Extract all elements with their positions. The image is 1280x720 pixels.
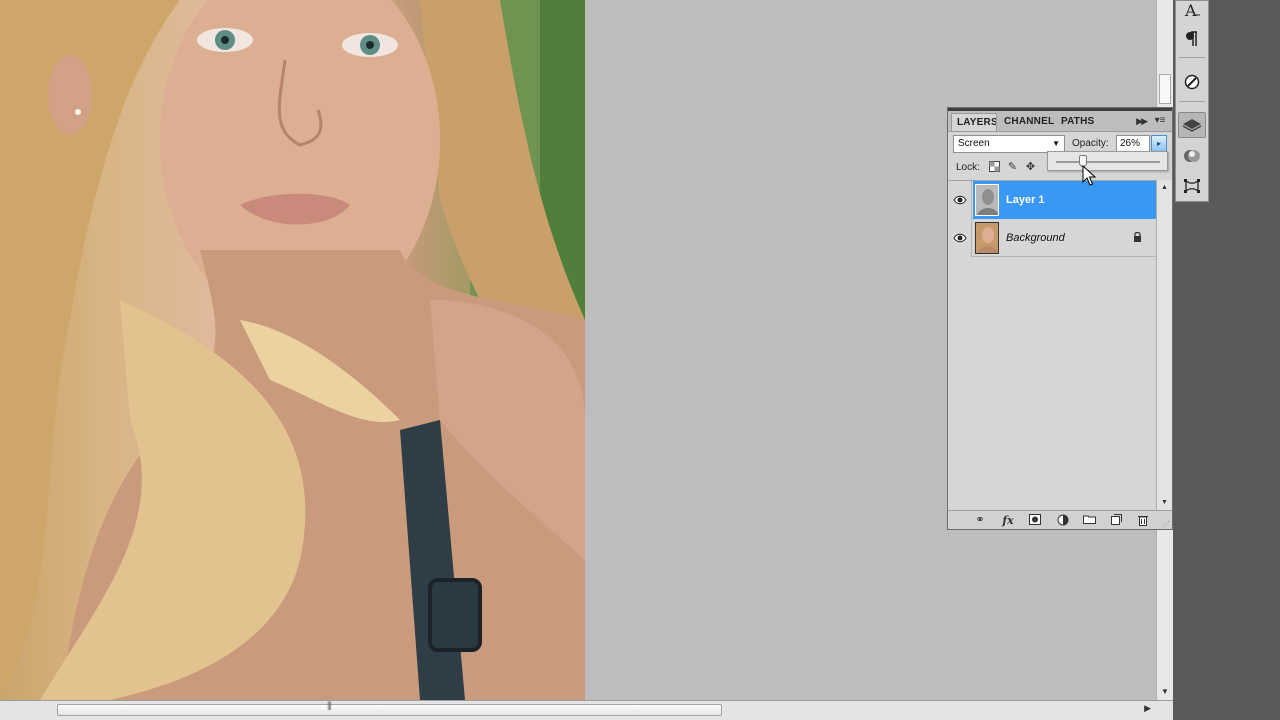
panel-resize-grip-icon[interactable]: ⋰	[1163, 520, 1170, 528]
layer-locked-icon	[1133, 231, 1142, 245]
brush-preset-icon[interactable]	[1178, 69, 1206, 95]
panel-menu-icon[interactable]: ▾≡	[1152, 115, 1168, 128]
layers-list-scrollbar[interactable]: ▲ ▼	[1156, 180, 1172, 510]
paths-icon[interactable]	[1178, 173, 1206, 199]
delete-layer-icon[interactable]	[1135, 514, 1151, 527]
layer-thumbnail	[975, 222, 999, 254]
photoshop-window: ▼ ||| ▶ A LAYERS CHANNEL PATHS ▶▶ ▾≡ Scr…	[0, 0, 1280, 720]
tab-channels[interactable]: CHANNELS	[999, 113, 1054, 131]
layers-list: Layer 1 Background	[948, 180, 1156, 510]
new-layer-icon[interactable]	[1108, 514, 1124, 527]
horizontal-scroll-thumb[interactable]	[57, 704, 722, 716]
visibility-eye-icon[interactable]	[948, 219, 972, 257]
collapsed-panels-strip: A	[1175, 0, 1209, 202]
character-icon[interactable]: A	[1178, 0, 1206, 23]
add-mask-icon[interactable]	[1027, 514, 1043, 527]
layer-body[interactable]: Layer 1	[973, 181, 1156, 219]
paragraph-icon[interactable]	[1178, 26, 1206, 52]
collapse-panel-icon[interactable]: ▶▶	[1136, 116, 1148, 127]
scroll-down-arrow-icon[interactable]: ▼	[1161, 687, 1169, 696]
layers-panel: LAYERS CHANNELS PATHS ▶▶ ▾≡ Screen ▼ Opa…	[947, 107, 1173, 530]
layers-icon[interactable]	[1178, 112, 1206, 138]
layer-body[interactable]: Background	[973, 219, 1156, 257]
visibility-eye-icon[interactable]	[948, 181, 972, 219]
blend-mode-value: Screen	[958, 138, 990, 149]
scroll-right-arrow-icon[interactable]: ▶	[1144, 703, 1151, 714]
new-group-icon[interactable]	[1081, 514, 1097, 527]
layer-row-background[interactable]: Background	[948, 219, 1156, 257]
layer-name: Layer 1	[1006, 194, 1045, 206]
lock-pixels-icon[interactable]: ✎	[1006, 161, 1019, 174]
portrait-photo	[0, 0, 585, 700]
document-canvas[interactable]	[0, 0, 585, 700]
scroll-grip-icon: |||	[327, 700, 332, 710]
link-layers-icon[interactable]: ⚭	[972, 514, 988, 527]
scroll-up-arrow-icon[interactable]: ▲	[1161, 184, 1168, 191]
layers-panel-footer: ⚭ fx ⋰	[948, 510, 1172, 529]
opacity-slider-track[interactable]	[1056, 161, 1160, 163]
scroll-down-arrow-icon[interactable]: ▼	[1161, 499, 1168, 506]
lock-label: Lock:	[956, 162, 980, 173]
chevron-down-icon: ▼	[1052, 139, 1060, 148]
mouse-pointer-icon	[1082, 165, 1096, 186]
layer-row-layer-1[interactable]: Layer 1	[948, 181, 1156, 219]
layer-name: Background	[1006, 232, 1065, 244]
lock-transparency-icon[interactable]	[988, 161, 1001, 174]
fx-icon[interactable]: fx	[1000, 514, 1016, 527]
channels-icon[interactable]	[1178, 143, 1206, 169]
vertical-scroll-thumb[interactable]	[1159, 74, 1171, 104]
opacity-label: Opacity:	[1072, 138, 1109, 149]
tab-paths[interactable]: PATHS	[1056, 113, 1102, 131]
tab-layers[interactable]: LAYERS	[951, 113, 997, 131]
panel-tab-bar: LAYERS CHANNELS PATHS ▶▶ ▾≡	[948, 111, 1172, 132]
lock-position-icon[interactable]: ✥	[1024, 161, 1037, 174]
adjustment-layer-icon[interactable]	[1055, 514, 1071, 527]
document-horizontal-scrollbar[interactable]: ||| ▶	[0, 700, 1173, 720]
layer-thumbnail	[975, 184, 999, 216]
opacity-slider-popup	[1047, 151, 1168, 171]
svg-text:A: A	[1184, 1, 1197, 19]
